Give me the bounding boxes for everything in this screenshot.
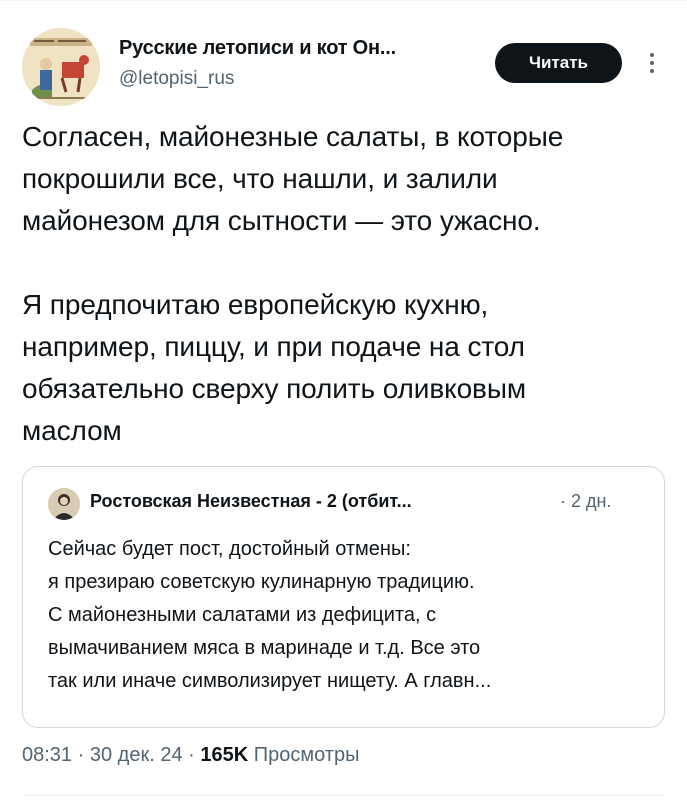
quoted-post-time: · 2 дн. [560, 491, 612, 511]
post-text-line: Согласен, майонезные салаты, в которые [22, 121, 564, 152]
post-meta: 08:31 · 30 дек. 24 · 165K Просмотры [22, 744, 359, 767]
quoted-text-line: Сейчас будет пост, достойный отмены: [48, 538, 411, 560]
post-header: Русские летописи и кот Он... @letopisi_r… [22, 28, 667, 108]
read-button[interactable]: Читать [495, 43, 622, 83]
post-text: Согласен, майонезные салаты, в которые п… [22, 116, 672, 452]
quoted-text-line: С майонезными салатами из дефицита, с [48, 604, 437, 626]
author-handle[interactable]: @letopisi_rus [119, 68, 234, 90]
post-text-line: маслом [22, 415, 122, 446]
views-label: Просмотры [253, 744, 360, 766]
views-count: 165K [200, 744, 249, 766]
post-date[interactable]: 30 дек. 24 [90, 744, 183, 766]
meta-separator: · [77, 744, 85, 766]
more-vertical-icon[interactable] [638, 45, 666, 81]
post-text-line: обязательно сверху полить оливковым [22, 373, 527, 404]
post-text-line: например, пиццу, и при подаче на стол [22, 331, 525, 362]
manuscript-illustration-icon [22, 28, 100, 106]
post-text-line: майонезом для сытности — это ужасно. [22, 205, 541, 236]
quoted-author-name[interactable]: Ростовская Неизвестная - 2 (отбит... [90, 491, 412, 512]
quoted-text-line: так или иначе символизирует нищету. А гл… [48, 670, 492, 692]
meta-separator: · [188, 744, 195, 766]
quoted-author-avatar[interactable] [48, 488, 80, 520]
post-time[interactable]: 08:31 [22, 744, 72, 766]
quoted-text-line: я презираю советскую кулинарную традицию… [48, 571, 475, 593]
quoted-post-card[interactable]: Ростовская Неизвестная - 2 (отбит... · 2… [22, 466, 665, 728]
post-text-line: покрошили все, что нашли, и залили [22, 163, 498, 194]
author-avatar[interactable] [22, 28, 100, 106]
bottom-divider [22, 795, 665, 796]
portrait-icon [48, 488, 80, 520]
post-text-line: Я предпочитаю европейскую кухню, [22, 289, 489, 320]
top-divider [0, 0, 687, 1]
quoted-post-text: Сейчас будет пост, достойный отмены: я п… [48, 533, 648, 698]
quoted-text-line: вымачиванием мяса в маринаде и т.д. Все … [48, 637, 481, 659]
author-name[interactable]: Русские летописи и кот Он... [119, 37, 396, 60]
